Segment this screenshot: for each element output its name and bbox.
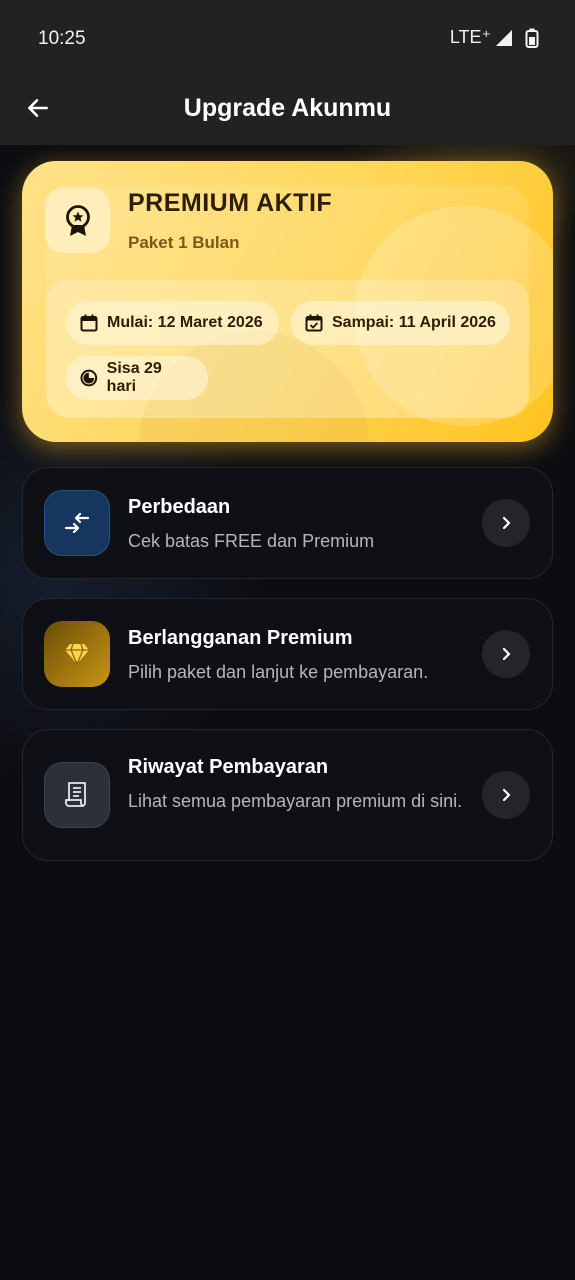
premium-title: PREMIUM AKTIF bbox=[128, 189, 333, 217]
subscription-info-panel: Mulai: 12 Maret 2026 Sampai: 11 April 20… bbox=[46, 280, 529, 418]
compare-arrows-icon bbox=[64, 513, 90, 533]
open-berlangganan-button[interactable] bbox=[482, 630, 530, 678]
signal-icon bbox=[496, 29, 512, 46]
page-title: Upgrade Akunmu bbox=[183, 94, 392, 122]
menu-card-berlangganan[interactable]: Berlangganan Premium Pilih paket dan lan… bbox=[22, 598, 553, 710]
battery-icon bbox=[525, 28, 539, 48]
start-date-text: Mulai: 12 Maret 2026 bbox=[107, 314, 263, 331]
app-bar: Upgrade Akunmu bbox=[0, 75, 575, 145]
end-date-chip: Sampai: 11 April 2026 bbox=[291, 301, 510, 345]
timelapse-icon bbox=[80, 369, 98, 387]
diamond-icon-box bbox=[44, 621, 110, 687]
end-date-text: Sampai: 11 April 2026 bbox=[332, 314, 496, 331]
menu-card-perbedaan[interactable]: Perbedaan Cek batas FREE dan Premium bbox=[22, 467, 553, 579]
chevron-right-icon bbox=[502, 788, 511, 802]
compare-icon-box bbox=[44, 490, 110, 556]
calendar-icon bbox=[80, 314, 98, 332]
menu-title: Berlangganan Premium bbox=[128, 627, 353, 649]
award-icon bbox=[65, 204, 90, 236]
receipt-icon-box bbox=[44, 762, 110, 828]
premium-status-card: PREMIUM AKTIF Paket 1 Bulan Mulai: 12 Ma… bbox=[22, 161, 553, 442]
chevron-right-icon bbox=[502, 516, 511, 530]
status-time: 10:25 bbox=[38, 28, 86, 49]
remaining-days-text: Sisa 29 hari bbox=[106, 360, 162, 395]
open-riwayat-button[interactable] bbox=[482, 771, 530, 819]
content: PREMIUM AKTIF Paket 1 Bulan Mulai: 12 Ma… bbox=[0, 145, 575, 1280]
premium-plan: Paket 1 Bulan bbox=[128, 233, 240, 252]
status-bar: 10:25 LTE⁺ bbox=[0, 0, 575, 75]
open-perbedaan-button[interactable] bbox=[482, 499, 530, 547]
remaining-days-chip: Sisa 29 hari bbox=[66, 356, 208, 400]
menu-description: Cek batas FREE dan Premium bbox=[128, 531, 375, 551]
receipt-icon bbox=[65, 782, 86, 807]
calendar-check-icon bbox=[305, 314, 323, 332]
start-date-chip: Mulai: 12 Maret 2026 bbox=[66, 301, 279, 345]
menu-title: Perbedaan bbox=[128, 496, 231, 518]
chevron-right-icon bbox=[502, 647, 511, 661]
diamond-icon bbox=[65, 643, 89, 665]
menu-description: Pilih paket dan lanjut ke pembayaran. bbox=[128, 662, 429, 682]
premium-badge bbox=[45, 188, 110, 253]
network-type: LTE⁺ bbox=[449, 27, 491, 47]
menu-card-riwayat[interactable]: Riwayat Pembayaran Lihat semua pembayara… bbox=[22, 729, 553, 861]
menu-description: Lihat semua pembayaran premium di sini. bbox=[128, 791, 463, 811]
status-indicators: LTE⁺ bbox=[450, 27, 539, 48]
menu-title: Riwayat Pembayaran bbox=[128, 756, 329, 778]
